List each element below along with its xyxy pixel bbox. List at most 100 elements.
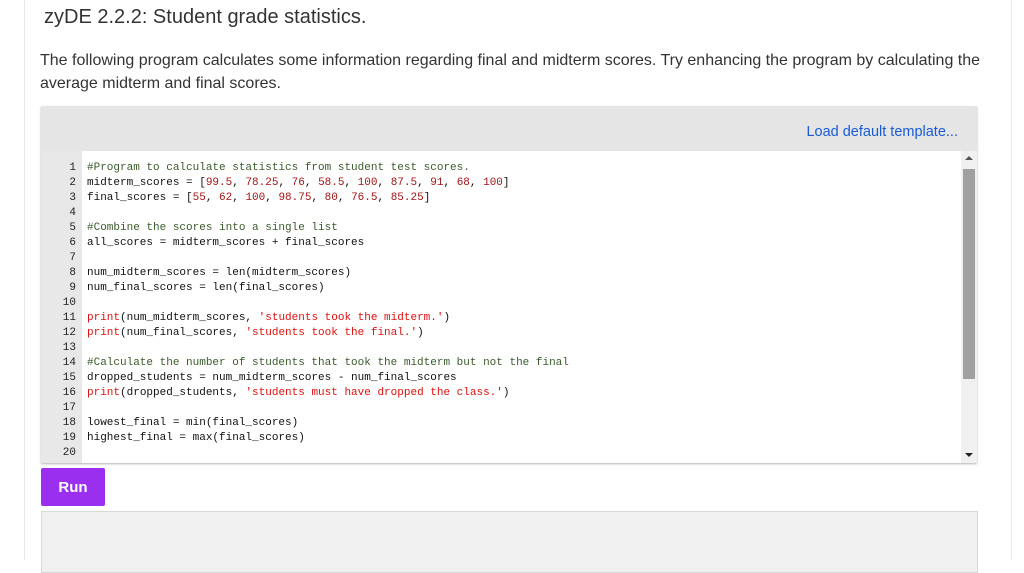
- vertical-scrollbar[interactable]: [961, 151, 977, 463]
- code-text: #Combine the scores into a single list: [87, 221, 338, 236]
- line-number: 3: [69, 192, 76, 204]
- code-token: 62: [219, 192, 233, 204]
- code-token: 76.5: [351, 192, 378, 204]
- line-number: 17: [62, 402, 76, 414]
- code-line[interactable]: 18 lowest_final = min(final_scores): [41, 416, 569, 431]
- code-line[interactable]: 9 num_final_scores = len(final_scores): [41, 281, 569, 296]
- code-text: midterm_scores = [99.5, 78.25, 76, 58.5,…: [87, 176, 510, 191]
- code-token: all_scores = midterm_scores + final_scor…: [87, 237, 365, 249]
- code-text: print(dropped_students, 'students must h…: [87, 386, 510, 401]
- code-token: 55: [192, 192, 206, 204]
- code-line[interactable]: 2 midterm_scores = [99.5, 78.25, 76, 58.5…: [41, 176, 569, 191]
- code-token: 100: [357, 177, 378, 189]
- line-number: 6: [69, 237, 76, 249]
- load-default-template-link[interactable]: Load default template...: [806, 124, 958, 140]
- code-line[interactable]: 4: [41, 206, 569, 221]
- code-token: 98.75: [278, 192, 312, 204]
- code-token: #Combine the scores into a single list: [87, 222, 338, 234]
- line-number: 13: [62, 342, 76, 354]
- code-token: 100: [483, 177, 503, 189]
- line-number: 5: [69, 222, 76, 234]
- code-line[interactable]: 19 highest_final = max(final_scores): [41, 431, 569, 446]
- line-number: 15: [62, 372, 76, 384]
- code-token: ,: [443, 177, 457, 189]
- code-line[interactable]: 5 #Combine the scores into a single list: [41, 221, 569, 236]
- code-token: ,: [232, 177, 246, 189]
- code-text: final_scores = [55, 62, 100, 98.75, 80, …: [87, 191, 430, 206]
- code-text: num_midterm_scores = len(midterm_scores): [87, 266, 351, 281]
- code-token: #Calculate the number of students that t…: [87, 357, 569, 369]
- code-line[interactable]: 14 #Calculate the number of students that…: [41, 356, 569, 371]
- code-line[interactable]: 12 print(num_final_scores, 'students took…: [41, 326, 569, 341]
- code-line[interactable]: 8 num_midterm_scores = len(midterm_scores…: [41, 266, 569, 281]
- code-token: ,: [337, 192, 352, 204]
- code-line[interactable]: 1 #Program to calculate statistics from s…: [41, 161, 569, 176]
- code-token: ,: [232, 192, 246, 204]
- line-number: 14: [62, 357, 76, 369]
- code-token: 'students must have dropped the class.': [245, 387, 503, 399]
- code-token: ]: [423, 192, 431, 204]
- code-token: 100: [245, 192, 266, 204]
- scroll-up-arrow-icon[interactable]: [965, 156, 973, 160]
- code-token: lowest_final = min(final_scores): [87, 417, 299, 429]
- code-token: ,: [205, 192, 220, 204]
- code-token: num_final_scores = len(final_scores): [87, 282, 325, 294]
- line-number: 8: [69, 267, 76, 279]
- code-token: (num_final_scores,: [120, 327, 246, 339]
- code-token: print: [87, 387, 121, 399]
- scroll-down-arrow-icon[interactable]: [965, 453, 973, 457]
- code-line[interactable]: 7: [41, 251, 569, 266]
- line-number: 19: [62, 432, 76, 444]
- code-token: midterm_scores = [: [87, 177, 206, 189]
- code-line[interactable]: 15 dropped_students = num_midterm_scores …: [41, 371, 569, 386]
- code-token: 87.5: [390, 177, 418, 189]
- scrollbar-thumb[interactable]: [963, 169, 975, 379]
- code-token: ,: [377, 177, 391, 189]
- code-token: 'students took the final.': [245, 327, 418, 339]
- output-area: [41, 511, 978, 573]
- code-line[interactable]: 10: [41, 296, 569, 311]
- code-token: final_scores = [: [87, 192, 193, 204]
- code-editor-panel: Load default template... 1 #Program to ca…: [41, 106, 977, 463]
- code-editor[interactable]: 1 #Program to calculate statistics from s…: [41, 151, 977, 463]
- code-token: print: [87, 327, 121, 339]
- line-number: 12: [62, 327, 76, 339]
- code-token: 78.25: [245, 177, 279, 189]
- code-token: print: [87, 312, 121, 324]
- code-token: ,: [377, 192, 391, 204]
- instructions-text: The following program calculates some in…: [40, 52, 981, 92]
- run-button[interactable]: Run: [41, 468, 105, 506]
- code-token: ,: [469, 177, 484, 189]
- code-token: ,: [304, 177, 319, 189]
- code-token: ,: [278, 177, 292, 189]
- code-lines[interactable]: 1 #Program to calculate statistics from s…: [41, 161, 569, 461]
- code-line[interactable]: 13: [41, 341, 569, 356]
- line-number: 10: [62, 297, 76, 309]
- code-text: print(num_midterm_scores, 'students took…: [87, 311, 450, 326]
- code-token: 76: [291, 177, 305, 189]
- page-title: zyDE 2.2.2: Student grade statistics.: [44, 6, 367, 28]
- code-line[interactable]: 6 all_scores = midterm_scores + final_sco…: [41, 236, 569, 251]
- code-line[interactable]: 20: [41, 446, 569, 461]
- line-number: 20: [62, 447, 76, 459]
- code-line[interactable]: 17: [41, 401, 569, 416]
- code-text: #Program to calculate statistics from st…: [87, 161, 470, 176]
- code-text: print(num_final_scores, 'students took t…: [87, 326, 424, 341]
- code-text: dropped_students = num_midterm_scores - …: [87, 371, 457, 386]
- code-token: ]: [502, 177, 510, 189]
- code-token: #Program to calculate statistics from st…: [87, 162, 470, 174]
- code-text: highest_final = max(final_scores): [87, 431, 305, 446]
- code-line[interactable]: 16 print(dropped_students, 'students must…: [41, 386, 569, 401]
- line-number: 9: [69, 282, 76, 294]
- code-token: 68: [456, 177, 470, 189]
- code-token: ,: [344, 177, 358, 189]
- line-number: 11: [62, 312, 76, 324]
- code-token: ,: [311, 192, 325, 204]
- code-line[interactable]: 3 final_scores = [55, 62, 100, 98.75, 80,…: [41, 191, 569, 206]
- line-number: 7: [69, 252, 76, 264]
- code-token: (dropped_students,: [120, 387, 246, 399]
- line-number: 1: [69, 162, 76, 174]
- line-number: 18: [62, 417, 76, 429]
- code-token: ,: [417, 177, 431, 189]
- code-line[interactable]: 11 print(num_midterm_scores, 'students to…: [41, 311, 569, 326]
